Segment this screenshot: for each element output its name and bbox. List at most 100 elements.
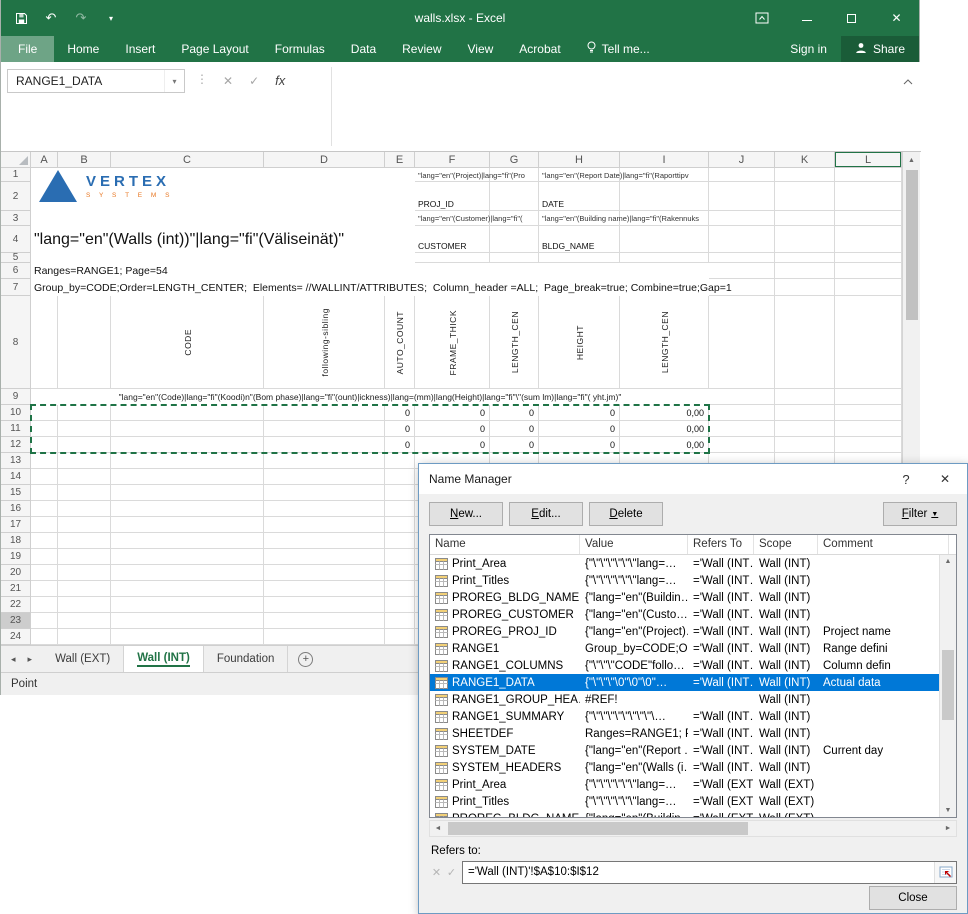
cell-B16[interactable] <box>58 501 111 517</box>
ribbon-tab-review[interactable]: Review <box>389 36 454 62</box>
row-header-5[interactable]: 5 <box>1 252 31 263</box>
cell-E16[interactable] <box>385 501 415 517</box>
cell-E21[interactable] <box>385 581 415 597</box>
ribbon-tab-data[interactable]: Data <box>338 36 389 62</box>
column-header-E[interactable]: E <box>385 152 415 168</box>
cell-B22[interactable] <box>58 597 111 613</box>
cell-J9[interactable] <box>709 389 775 405</box>
cell-L1[interactable] <box>835 168 902 182</box>
cell-J5[interactable] <box>709 253 775 263</box>
cell-L2[interactable] <box>835 182 902 211</box>
row-header-11[interactable]: 11 <box>1 421 31 437</box>
cell-K11[interactable] <box>775 421 835 437</box>
ribbon-tab-home[interactable]: Home <box>54 36 112 62</box>
name-row-range1-data[interactable]: RANGE1_DATA {"\"\"\"\0"\0"\0"… ='Wall (INT… <box>430 674 939 691</box>
edit-button[interactable]: Edit... <box>509 502 583 526</box>
cell-J6[interactable] <box>709 263 775 279</box>
row-header-16[interactable]: 16 <box>1 501 31 517</box>
cancel-icon[interactable]: ✕ <box>223 74 233 88</box>
cell-E14[interactable] <box>385 469 415 485</box>
redo-icon[interactable]: ↷ <box>73 10 89 26</box>
cell-A11[interactable] <box>31 421 58 437</box>
dialog-title-bar[interactable]: Name Manager ? ✕ <box>419 464 967 494</box>
cell-J11[interactable] <box>709 421 775 437</box>
cell-L7[interactable] <box>835 279 902 296</box>
list-scroll-right-icon[interactable]: ► <box>940 825 956 832</box>
cell-E17[interactable] <box>385 517 415 533</box>
cell-B10[interactable] <box>58 405 111 421</box>
enter-icon[interactable]: ✓ <box>249 74 259 88</box>
maximize-button[interactable] <box>829 0 874 36</box>
cell-A13[interactable] <box>31 453 58 469</box>
cell-B20[interactable] <box>58 565 111 581</box>
cell-G4[interactable] <box>490 226 539 253</box>
cell-K8[interactable] <box>775 296 835 389</box>
sign-in-button[interactable]: Sign in <box>776 36 841 62</box>
row-header-10[interactable]: 10 <box>1 405 31 421</box>
cell-L5[interactable] <box>835 253 902 263</box>
cell-K10[interactable] <box>775 405 835 421</box>
sheet-tab-wall-int-[interactable]: Wall (INT) <box>124 646 204 672</box>
name-row-range1[interactable]: RANGE1 Group_by=CODE;Or… ='Wall (INT… Wall … <box>430 640 939 657</box>
cell-B21[interactable] <box>58 581 111 597</box>
select-all-button[interactable] <box>1 152 31 168</box>
sheet-tab-foundation[interactable]: Foundation <box>204 646 289 672</box>
column-header-C[interactable]: C <box>111 152 264 168</box>
cell-B18[interactable] <box>58 533 111 549</box>
cell-D13[interactable] <box>264 453 385 469</box>
list-column-header-value[interactable]: Value <box>580 535 688 554</box>
name-row-print-titles[interactable]: Print_Titles {"\"\"\"\"\"\"lang=… ='Wall (… <box>430 572 939 589</box>
list-horizontal-scrollbar[interactable]: ◄ ► <box>429 820 957 837</box>
file-tab[interactable]: File <box>1 36 55 62</box>
cell-J2[interactable] <box>709 182 775 211</box>
cell-C22[interactable] <box>111 597 264 613</box>
ribbon-tab-insert[interactable]: Insert <box>112 36 168 62</box>
list-column-header-comment[interactable]: Comment <box>818 535 949 554</box>
cell-C14[interactable] <box>111 469 264 485</box>
cell-E22[interactable] <box>385 597 415 613</box>
ribbon-display-options-icon[interactable] <box>739 0 784 36</box>
cell-C17[interactable] <box>111 517 264 533</box>
cell-A18[interactable] <box>31 533 58 549</box>
cell-D15[interactable] <box>264 485 385 501</box>
cell-J10[interactable] <box>709 405 775 421</box>
cell-C18[interactable] <box>111 533 264 549</box>
row-header-12[interactable]: 12 <box>1 437 31 453</box>
cell-B15[interactable] <box>58 485 111 501</box>
cell-K3[interactable] <box>775 211 835 226</box>
cell-E13[interactable] <box>385 453 415 469</box>
ribbon-tab-formulas[interactable]: Formulas <box>262 36 338 62</box>
add-sheet-button[interactable]: + <box>288 646 323 672</box>
close-button[interactable]: Close <box>869 886 957 910</box>
cell-J4[interactable] <box>709 226 775 253</box>
list-scroll-down-icon[interactable]: ▼ <box>940 807 956 814</box>
cell-K5[interactable] <box>775 253 835 263</box>
name-box[interactable]: RANGE1_DATA ▾ <box>7 69 185 93</box>
cell-J12[interactable] <box>709 437 775 453</box>
minimize-button[interactable] <box>784 0 829 36</box>
row-header-18[interactable]: 18 <box>1 533 31 549</box>
name-row-proreg-bldg-name[interactable]: PROREG_BLDG_NAME {"lang="en"(Buildin… ='Wa… <box>430 589 939 606</box>
cell-C10[interactable] <box>111 405 264 421</box>
formula-bar-drag-handle[interactable]: ⋮ <box>196 72 208 86</box>
cell-A23[interactable] <box>31 613 58 629</box>
formula-input[interactable] <box>332 62 891 151</box>
cell-B12[interactable] <box>58 437 111 453</box>
row-header-1[interactable]: 1 <box>1 168 31 182</box>
cell-D19[interactable] <box>264 549 385 565</box>
cell-C16[interactable] <box>111 501 264 517</box>
cell-A17[interactable] <box>31 517 58 533</box>
name-row-range1-columns[interactable]: RANGE1_COLUMNS {"\"\"\"CODE"follo… ='Wall … <box>430 657 939 674</box>
list-column-header-name[interactable]: Name <box>430 535 580 554</box>
cell-A24[interactable] <box>31 629 58 645</box>
cell-L11[interactable] <box>835 421 902 437</box>
cell-E15[interactable] <box>385 485 415 501</box>
cell-D23[interactable] <box>264 613 385 629</box>
cell-G2[interactable] <box>490 182 539 211</box>
row-header-14[interactable]: 14 <box>1 469 31 485</box>
row-header-21[interactable]: 21 <box>1 581 31 597</box>
cell-K6[interactable] <box>775 263 835 279</box>
name-row-print-area[interactable]: Print_Area {"\"\"\"\"\"\"lang=… ='Wall (IN… <box>430 555 939 572</box>
cell-D10[interactable] <box>264 405 385 421</box>
name-row-system-date[interactable]: SYSTEM_DATE {"lang="en"(Report … ='Wall (I… <box>430 742 939 759</box>
